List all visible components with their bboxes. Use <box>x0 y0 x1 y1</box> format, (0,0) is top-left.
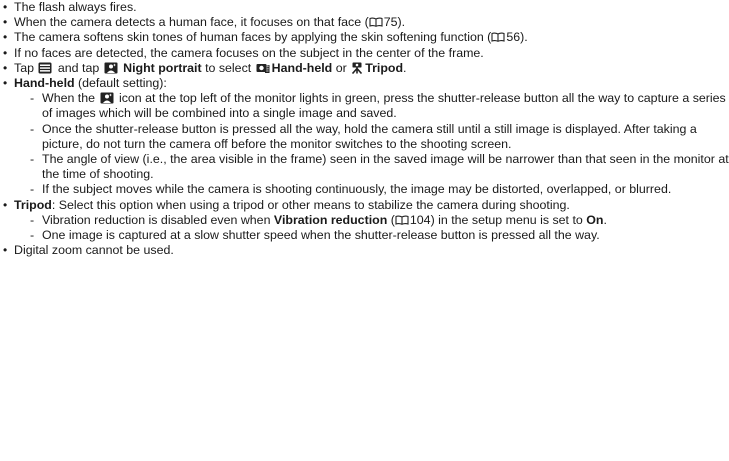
option-name-night-portrait: Night portrait <box>123 60 202 75</box>
book-reference-icon <box>369 17 383 28</box>
sub-list-item: The angle of view (i.e., the area visibl… <box>30 152 729 182</box>
sub-item-text: When the <box>42 91 96 106</box>
sub-item-text: The angle of view (i.e., the area visibl… <box>42 152 729 182</box>
list-item: When the camera detects a human face, it… <box>2 15 729 30</box>
night-portrait-icon <box>100 92 114 104</box>
sub-list-item: When the icon at the top left of the mon… <box>30 91 729 121</box>
punctuation: ). <box>397 15 406 30</box>
sub-list-item: Once the shutter-release button is press… <box>30 122 729 152</box>
bullet-text: The camera softens skin tones of human f… <box>14 30 492 45</box>
setting-value-on: On <box>586 212 604 227</box>
sub-item-text: One image is captured at a slow shutter … <box>42 228 600 243</box>
page-reference: 104 <box>409 212 431 227</box>
list-item: The flash always fires. <box>2 0 729 15</box>
sub-item-text: icon at the top left of the monitor ligh… <box>42 91 726 121</box>
menu-icon <box>38 62 52 74</box>
list-item: The camera softens skin tones of human f… <box>2 30 729 45</box>
bullet-text: When the camera detects a human face, it… <box>14 15 369 30</box>
sub-item-text: Vibration reduction is disabled even whe… <box>42 212 271 227</box>
sub-list-item: If the subject moves while the camera is… <box>30 182 729 197</box>
book-reference-icon <box>491 32 505 43</box>
bullet-text: The flash always fires. <box>14 0 137 14</box>
page-reference: 56 <box>506 30 521 45</box>
sub-item-text: If the subject moves while the camera is… <box>42 182 672 197</box>
bullet-text: to select <box>205 60 252 75</box>
bullet-list: The flash always fires. When the camera … <box>0 0 729 259</box>
sub-item-text: ) in the setup menu is set to <box>430 212 583 227</box>
list-item: Hand-held (default setting): When the ic… <box>2 76 729 198</box>
bullet-text: : Select this option when using a tripod… <box>51 197 570 212</box>
book-reference-icon <box>395 215 409 225</box>
setting-name-vibration-reduction: Vibration reduction <box>273 212 388 227</box>
list-item: Tap and tap Night portrait to select Han… <box>2 61 729 76</box>
night-portrait-icon <box>104 62 118 74</box>
bullet-text: (default setting): <box>74 76 167 91</box>
sub-item-text: Once the shutter-release button is press… <box>42 121 697 151</box>
option-heading-tripod: Tripod <box>14 197 52 212</box>
bullet-text: and tap <box>57 60 100 75</box>
option-name-hand-held: Hand-held <box>271 60 333 75</box>
bullet-text: Tap <box>14 60 34 75</box>
list-item: Tripod: Select this option when using a … <box>2 198 729 244</box>
bullet-text: or <box>335 60 347 75</box>
sub-list-item: One image is captured at a slow shutter … <box>30 228 729 243</box>
page-reference: 75 <box>383 15 398 30</box>
sub-list-item: Vibration reduction is disabled even whe… <box>30 213 729 228</box>
sub-list: When the icon at the top left of the mon… <box>14 91 729 198</box>
option-heading-hand-held: Hand-held <box>14 76 75 91</box>
punctuation: ). <box>520 30 528 45</box>
sub-item-text: ( <box>387 212 395 227</box>
bullet-text: If no faces are detected, the camera foc… <box>14 45 484 60</box>
option-name-tripod: Tripod <box>365 60 404 75</box>
hand-held-icon <box>256 62 270 74</box>
tripod-icon <box>351 62 363 74</box>
sub-list: Vibration reduction is disabled even whe… <box>14 213 729 244</box>
punctuation: . <box>403 60 407 75</box>
punctuation: . <box>603 212 607 227</box>
bullet-text: Digital zoom cannot be used. <box>14 243 174 258</box>
manual-page: The flash always fires. When the camera … <box>0 0 729 461</box>
list-item: If no faces are detected, the camera foc… <box>2 46 729 61</box>
list-item: Digital zoom cannot be used. <box>2 243 729 258</box>
